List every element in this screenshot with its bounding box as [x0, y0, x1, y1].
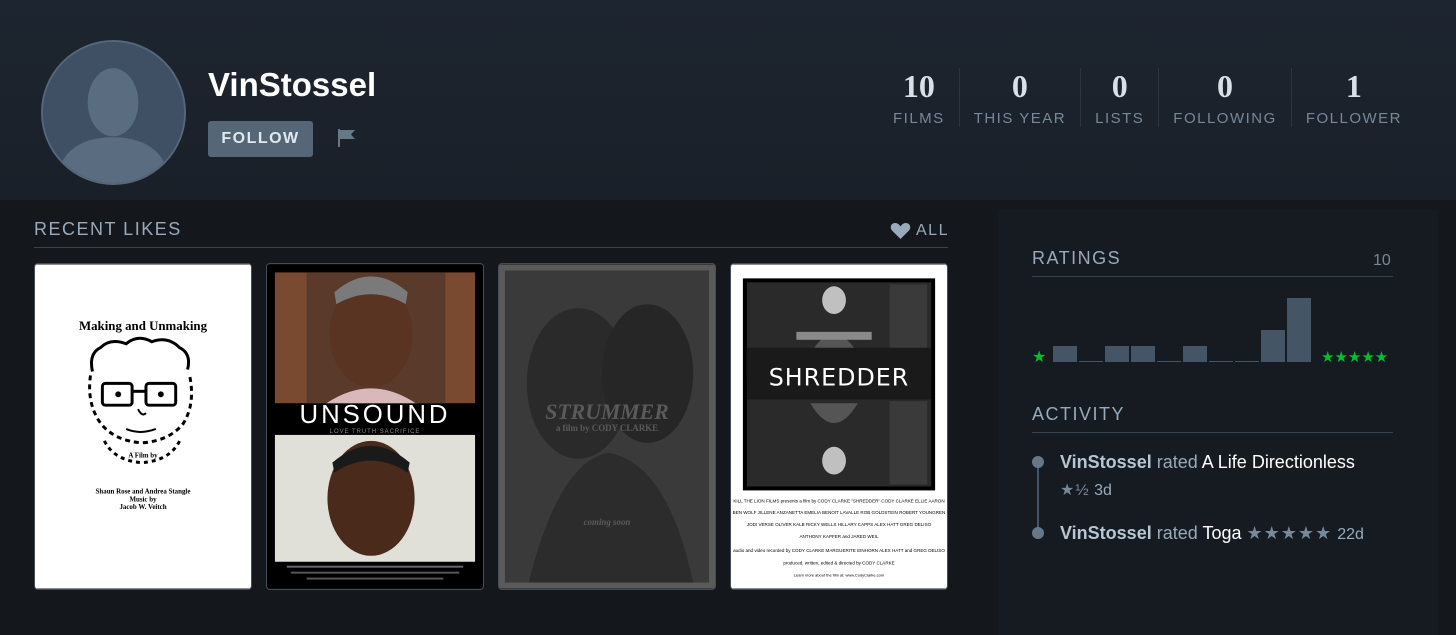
likes-all-label: ALL	[916, 222, 949, 239]
poster-note: coming soon	[584, 517, 631, 527]
activity-verb: rated	[1156, 523, 1198, 543]
profile-stats: 10 FILMS 0 THIS YEAR 0 LISTS 0 FOLLOWING…	[879, 68, 1416, 127]
recent-likes-heading[interactable]: RECENT LIKES	[34, 219, 182, 240]
histogram-bar[interactable]	[1157, 361, 1181, 362]
histogram-bar[interactable]	[1053, 346, 1077, 362]
poster-title: STRUMMER	[545, 400, 668, 424]
poster-unsound-art: UNSOUND LOVE TRUTH SACRIFICE	[267, 264, 483, 589]
activity-item: VinStossel rated A Life Directionless	[1060, 452, 1355, 473]
timeline-dot	[1032, 527, 1044, 539]
stat-followers[interactable]: 1 FOLLOWER	[1290, 68, 1416, 127]
poster-credit: Learn more about the film at: www.CodyCl…	[794, 573, 885, 578]
activity-heading: ACTIVITY	[1032, 404, 1126, 424]
poster-credit: produced, written, edited & directed by …	[783, 561, 894, 566]
histogram-min-star-icon: ★	[1032, 347, 1046, 366]
ratings-count: 10	[1373, 252, 1391, 269]
poster-credit: JODI VERSE OLIVER KALB RICKY WELLS HILLA…	[747, 522, 932, 527]
activity-film-link[interactable]: A Life Directionless	[1202, 452, 1355, 472]
poster-credit: ANTHONY KAPFER and JARED WEIL	[799, 534, 878, 539]
histogram-bar[interactable]	[1261, 330, 1285, 362]
histogram-bar[interactable]	[1287, 298, 1311, 362]
poster-making-and-unmaking-art: Making and Unmaking A Film by Shaun Rose…	[35, 264, 251, 589]
histogram-bar[interactable]	[1079, 361, 1103, 362]
poster-strummer[interactable]: STRUMMER a film by CODY CLARKE coming so…	[498, 263, 716, 590]
activity-user-link[interactable]: VinStossel	[1060, 452, 1152, 472]
section-divider	[1032, 276, 1393, 277]
section-divider	[1032, 432, 1393, 433]
poster-making-and-unmaking[interactable]: Making and Unmaking A Film by Shaun Rose…	[34, 263, 252, 590]
stat-label: FILMS	[893, 110, 945, 127]
poster-strummer-art: STRUMMER a film by CODY CLARKE coming so…	[499, 264, 715, 589]
stat-value: 0	[1111, 68, 1128, 104]
stat-label: FOLLOWING	[1173, 110, 1277, 127]
histogram-bar[interactable]	[1235, 361, 1259, 362]
likes-all-link[interactable]: ALL	[890, 222, 949, 240]
rating-stars-icon: ★½	[1060, 482, 1090, 499]
poster-shredder[interactable]: SHREDDER KILL THE LION FILMS presents a …	[730, 263, 948, 590]
stat-value: 0	[1011, 68, 1028, 104]
section-divider	[34, 247, 948, 248]
histogram-bar[interactable]	[1131, 346, 1155, 362]
stat-films[interactable]: 10 FILMS	[879, 68, 959, 127]
stat-value: 0	[1217, 68, 1234, 104]
poster-credit: KILL THE LION FILMS presents a film by C…	[733, 498, 944, 503]
histogram-bar[interactable]	[1105, 346, 1129, 362]
ratings-heading[interactable]: RATINGS	[1032, 248, 1121, 269]
stat-label: LISTS	[1095, 110, 1145, 127]
poster-credit: Jacob W. Veitch	[119, 504, 166, 511]
default-avatar-icon	[43, 42, 184, 183]
activity-user-link[interactable]: VinStossel	[1060, 523, 1152, 543]
activity-timeline	[1037, 462, 1039, 534]
poster-credit: BEN WOLF JILLENE ANZANETTA EMELIA BENOIT…	[733, 510, 946, 515]
stat-lists[interactable]: 0 LISTS	[1080, 68, 1158, 127]
activity-film-link[interactable]: Toga	[1202, 523, 1241, 543]
timeline-dot	[1032, 456, 1044, 468]
activity-time[interactable]: 22d	[1337, 526, 1364, 543]
histogram-bar[interactable]	[1183, 346, 1207, 362]
poster-tagline: LOVE TRUTH SACRIFICE	[330, 429, 421, 435]
ratings-histogram: ★ ★★★★★	[1032, 298, 1388, 366]
activity-time[interactable]: 3d	[1094, 482, 1112, 499]
profile-username: VinStossel	[208, 66, 377, 103]
stat-value: 1	[1345, 68, 1362, 104]
poster-credit: Music by	[129, 496, 157, 503]
poster-subtitle: a film by CODY CLARKE	[556, 423, 658, 433]
stat-following[interactable]: 0 FOLLOWING	[1158, 68, 1291, 127]
stat-this-year[interactable]: 0 THIS YEAR	[958, 68, 1080, 127]
stat-label: THIS YEAR	[973, 110, 1067, 127]
flag-icon[interactable]	[336, 128, 358, 148]
histogram-bar[interactable]	[1209, 361, 1233, 362]
stat-label: FOLLOWER	[1305, 110, 1402, 127]
poster-title: SHREDDER	[769, 363, 910, 391]
follow-button[interactable]: FOLLOW	[208, 121, 313, 157]
poster-credit: Shaun Rose and Andrea Stangle	[96, 488, 191, 495]
poster-title: Making and Unmaking	[79, 319, 208, 333]
stat-value: 10	[902, 68, 935, 104]
poster-credit: audio and video recorded by CODY CLARKE …	[733, 548, 945, 553]
avatar[interactable]	[41, 40, 186, 185]
activity-verb: rated	[1156, 452, 1198, 472]
heart-icon	[890, 223, 911, 239]
activity-meta: ★½ 3d	[1060, 480, 1112, 500]
poster-unsound[interactable]: UNSOUND LOVE TRUTH SACRIFICE	[266, 263, 484, 590]
poster-title: UNSOUND	[300, 401, 451, 429]
histogram-max-stars-icon: ★★★★★	[1321, 348, 1388, 366]
rating-stars-icon: ★★★★★	[1246, 523, 1333, 543]
activity-item: VinStossel rated Toga ★★★★★ 22d	[1060, 523, 1364, 544]
poster-shredder-art: SHREDDER KILL THE LION FILMS presents a …	[731, 264, 947, 589]
poster-credit: A Film by	[128, 453, 158, 460]
